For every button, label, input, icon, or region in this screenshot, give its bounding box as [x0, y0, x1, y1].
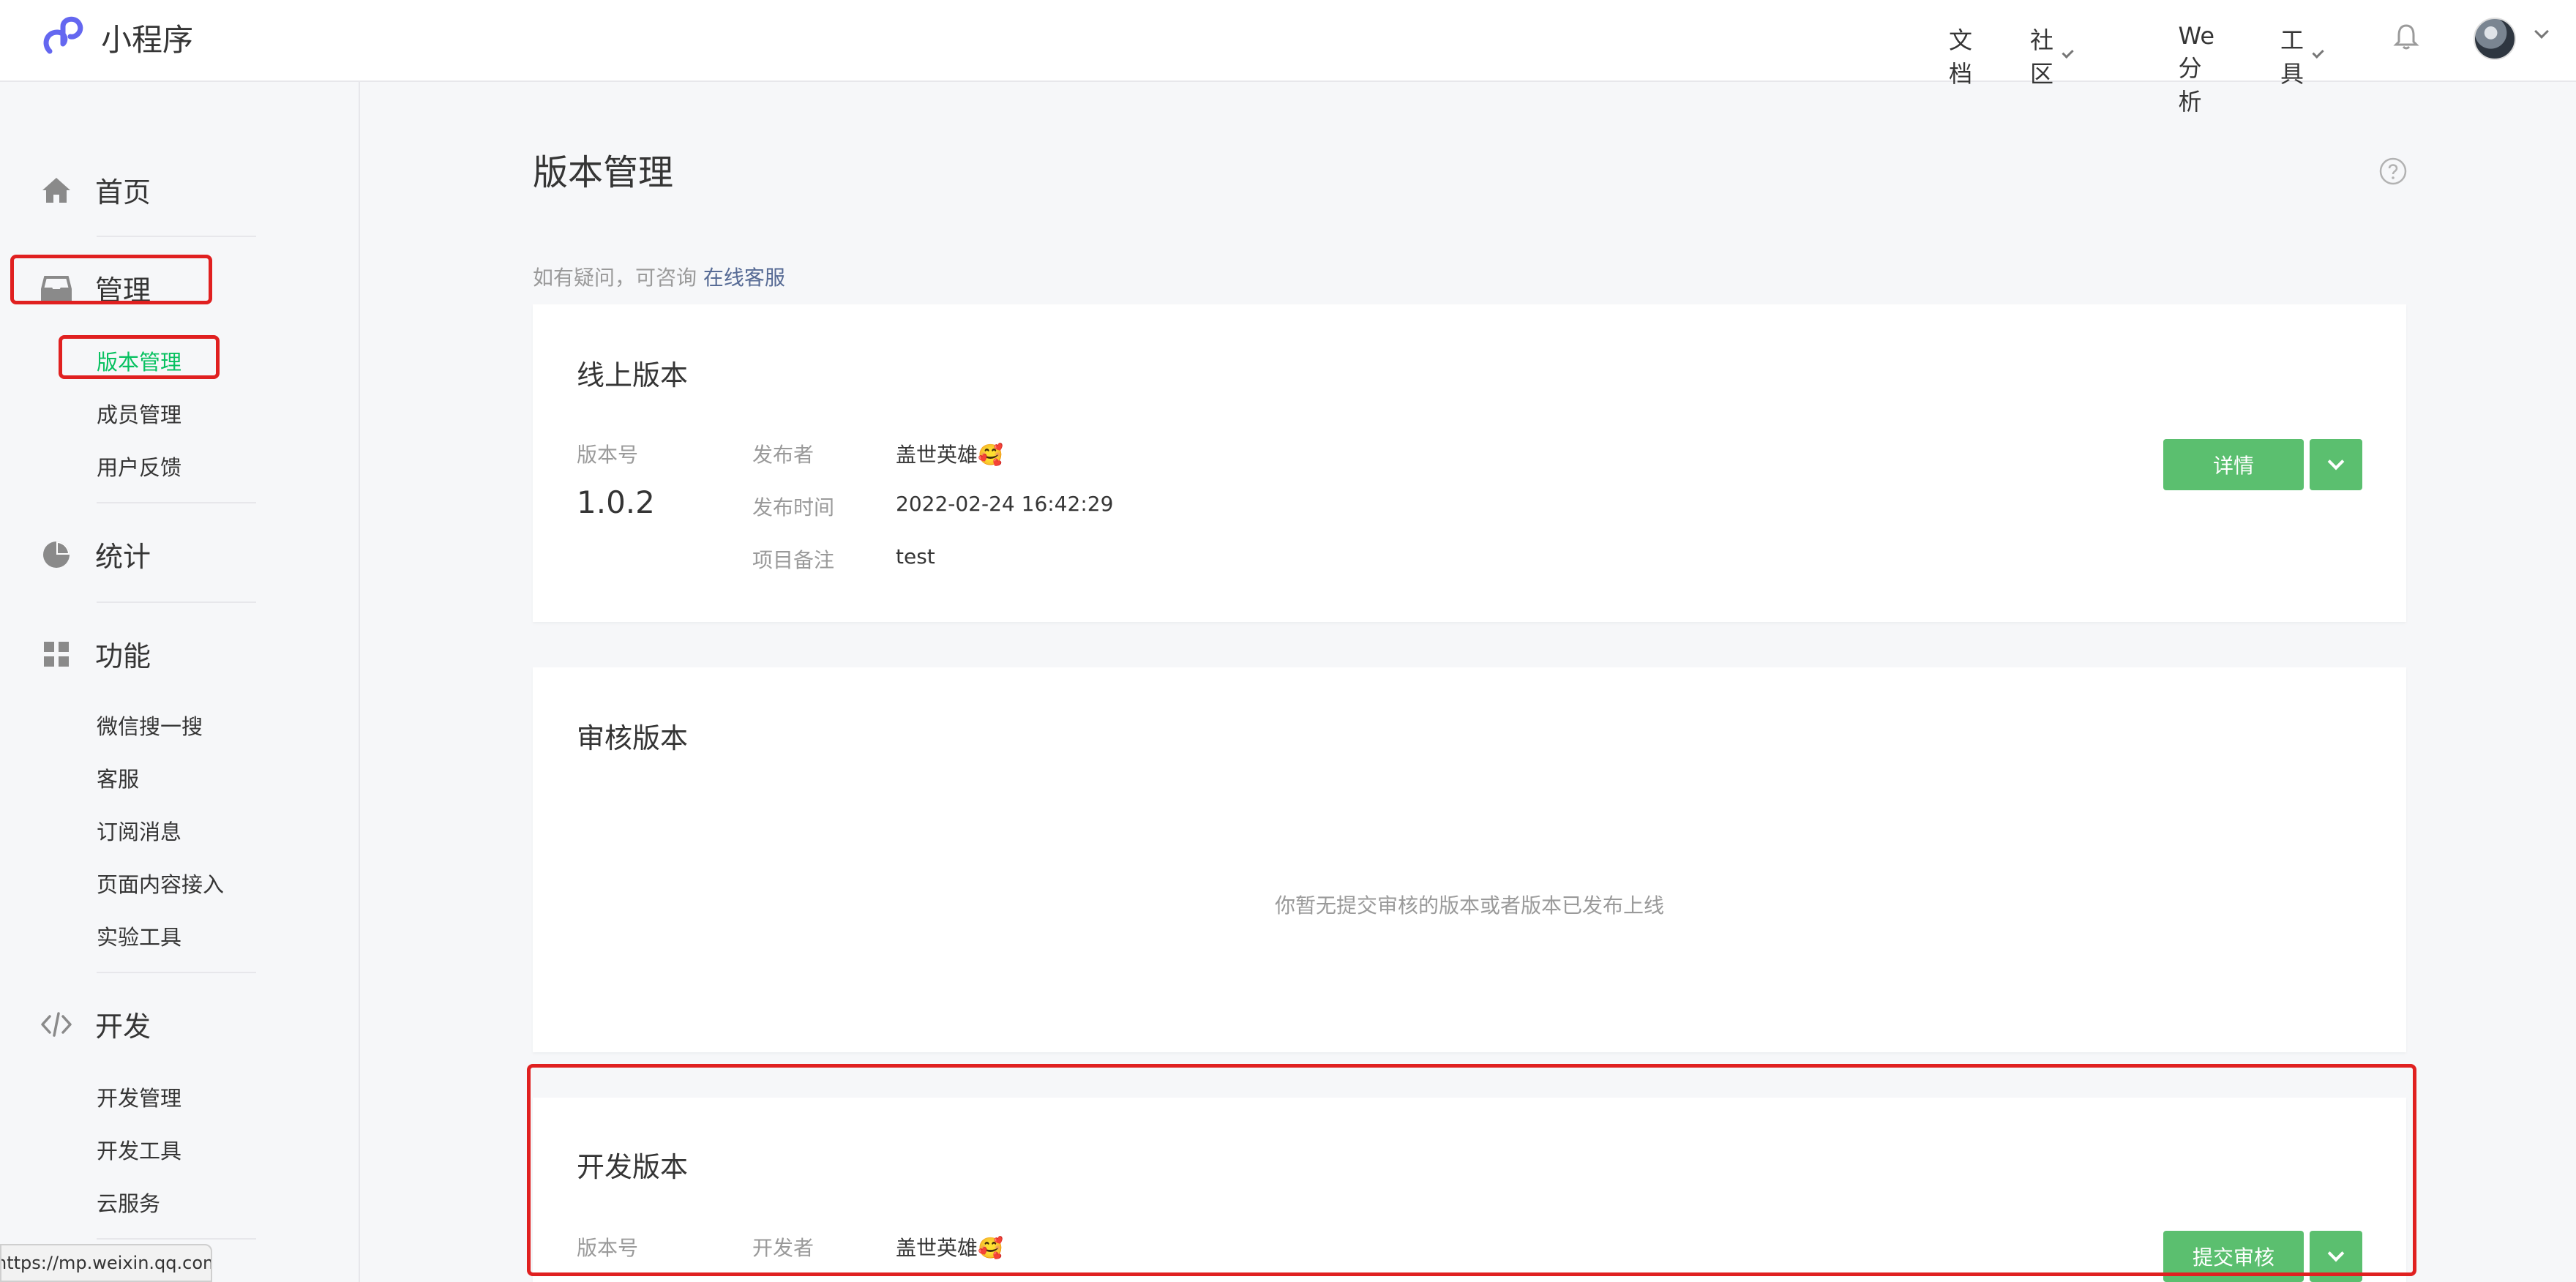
sidebar-subitem-user-feedback[interactable]: 用户反馈 — [97, 451, 181, 481]
inbox-icon — [41, 275, 72, 301]
sidebar-subitem-dev-manage[interactable]: 开发管理 — [97, 1082, 181, 1112]
sidebar-subitem-wechat-search[interactable]: 微信搜一搜 — [97, 710, 203, 741]
sidebar-item-label: 管理 — [95, 274, 151, 307]
grid-icon — [44, 641, 69, 667]
nav-tools-label: 工具 — [2280, 26, 2304, 88]
status-url-text: https://mp.weixin.qq.com — [0, 1253, 212, 1273]
nav-docs[interactable]: 文档 — [1949, 22, 1972, 89]
sidebar-subitem-version-manage[interactable]: 版本管理 — [97, 345, 181, 376]
detail-button[interactable]: 详情 — [2163, 439, 2304, 490]
version-label: 版本号 — [577, 1236, 639, 1260]
avatar[interactable] — [2474, 18, 2516, 60]
sidebar-subitem-page-content[interactable]: 页面内容接入 — [97, 868, 224, 899]
divider — [97, 601, 256, 603]
note-label: 项目备注 — [752, 548, 835, 572]
publisher-label: 发布者 — [752, 443, 815, 467]
sidebar: 首页 管理 版本管理 成员管理 用户反馈 统计 功能 微信搜一搜 客服 订阅消息… — [0, 82, 360, 1282]
status-bar-url: https://mp.weixin.qq.com — [0, 1244, 212, 1282]
note-value: test — [896, 544, 935, 569]
sidebar-item-label: 统计 — [95, 541, 151, 573]
bell-icon[interactable] — [2392, 22, 2421, 51]
divider — [97, 972, 256, 973]
card-title: 开发版本 — [577, 1151, 689, 1183]
online-version-card: 线上版本 版本号 1.0.2 发布者 盖世英雄🥰 发布时间 2022-02-24… — [533, 304, 2406, 622]
pie-chart-icon — [43, 541, 70, 568]
chevron-down-icon — [2062, 46, 2074, 59]
publish-time-label: 发布时间 — [752, 495, 835, 520]
brand[interactable]: 小程序 — [40, 16, 193, 59]
sidebar-subitem-cloud-service[interactable]: 云服务 — [97, 1187, 160, 1218]
help-icon[interactable] — [2378, 157, 2408, 186]
online-more-dropdown-button[interactable] — [2310, 439, 2362, 490]
nav-we-analytics[interactable]: We分析 — [2179, 22, 2214, 117]
version-number: 1.0.2 — [577, 484, 655, 520]
sidebar-item-label: 首页 — [95, 176, 151, 209]
sidebar-item-label: 功能 — [95, 640, 151, 672]
nav-community[interactable]: 社区 — [2029, 22, 2074, 89]
dev-version-card: 开发版本 版本号 开发者 盖世英雄🥰 提交审核 — [533, 1098, 2406, 1282]
sidebar-item-label: 开发 — [95, 1011, 151, 1043]
nav-analytics-label: We分析 — [2178, 22, 2214, 116]
sidebar-subitem-lab-tools[interactable]: 实验工具 — [97, 921, 181, 951]
miniprogram-logo-icon — [43, 16, 83, 54]
developer-value: 盖世英雄🥰 — [896, 1236, 1003, 1260]
online-service-link[interactable]: 在线客服 — [703, 266, 785, 290]
dev-more-dropdown-button[interactable] — [2310, 1231, 2362, 1282]
sidebar-subitem-dev-tools[interactable]: 开发工具 — [97, 1134, 181, 1165]
chevron-down-icon — [2312, 46, 2324, 59]
card-title: 线上版本 — [577, 359, 689, 391]
sidebar-subitem-subscribe-message[interactable]: 订阅消息 — [97, 815, 181, 846]
account-chevron-down-icon[interactable] — [2534, 24, 2549, 39]
chevron-down-icon — [2327, 1245, 2345, 1262]
publisher-value: 盖世英雄🥰 — [896, 443, 1003, 467]
brand-name: 小程序 — [101, 21, 194, 58]
sidebar-item-stats[interactable]: 统计 — [40, 534, 151, 574]
divider — [97, 502, 256, 503]
card-title: 审核版本 — [577, 722, 689, 754]
publish-time-value: 2022-02-24 16:42:29 — [896, 492, 1114, 516]
help-tip: 如有疑问，可咨询 在线客服 — [533, 262, 785, 291]
divider — [97, 1238, 256, 1240]
top-bar: 小程序 文档 社区 We分析 工具 — [0, 0, 2576, 116]
nav-docs-label: 文档 — [1948, 26, 1972, 88]
home-icon — [42, 177, 70, 203]
empty-state-text: 你暂无提交审核的版本或者版本已发布上线 — [1274, 893, 1664, 918]
nav-tools[interactable]: 工具 — [2280, 22, 2324, 89]
nav-community-label: 社区 — [2029, 26, 2053, 88]
code-icon — [41, 1011, 72, 1037]
chevron-down-icon — [2327, 453, 2345, 471]
sidebar-subitem-customer-service[interactable]: 客服 — [97, 762, 139, 793]
page-title: 版本管理 — [533, 152, 674, 193]
sidebar-item-develop[interactable]: 开发 — [40, 1004, 151, 1044]
sidebar-item-features[interactable]: 功能 — [40, 634, 151, 674]
sidebar-item-manage[interactable]: 管理 — [40, 268, 151, 308]
version-label: 版本号 — [577, 443, 639, 467]
review-version-card: 审核版本 你暂无提交审核的版本或者版本已发布上线 — [533, 667, 2406, 1052]
sidebar-item-home[interactable]: 首页 — [40, 170, 151, 210]
submit-review-button[interactable]: 提交审核 — [2163, 1231, 2304, 1282]
divider — [97, 236, 256, 237]
sidebar-subitem-member-manage[interactable]: 成员管理 — [97, 398, 181, 429]
developer-label: 开发者 — [752, 1236, 815, 1260]
help-tip-text: 如有疑问，可咨询 — [533, 266, 697, 290]
